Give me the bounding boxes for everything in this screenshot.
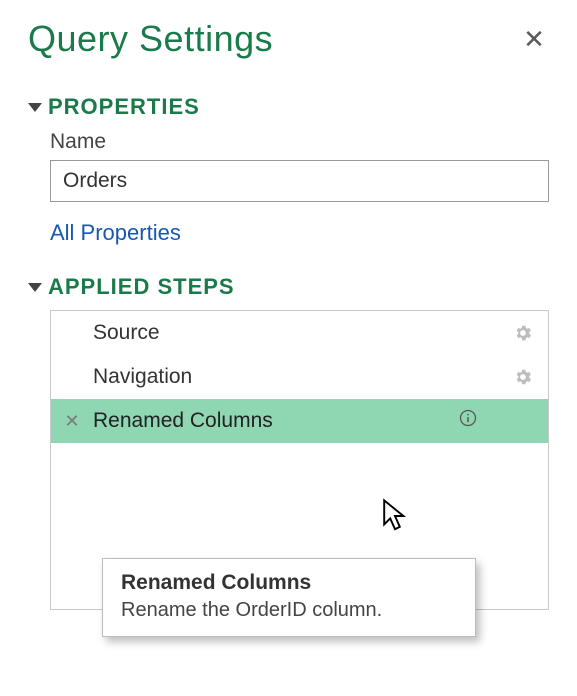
properties-header[interactable]: PROPERTIES (28, 94, 549, 120)
tooltip-body: Rename the OrderID column. (121, 599, 457, 622)
all-properties-link[interactable]: All Properties (50, 220, 181, 246)
close-icon: ✕ (523, 24, 545, 54)
collapse-icon (28, 283, 42, 292)
step-row-renamed-columns[interactable]: ✕ Renamed Columns (51, 399, 548, 443)
properties-section: PROPERTIES Name All Properties (28, 94, 549, 246)
step-row-source[interactable]: Source (51, 311, 548, 355)
gear-icon[interactable] (510, 323, 536, 343)
collapse-icon (28, 103, 42, 112)
step-label: Source (93, 321, 500, 345)
gear-icon[interactable] (510, 367, 536, 387)
step-label: Renamed Columns (93, 409, 500, 433)
name-field-label: Name (50, 130, 549, 154)
applied-steps-section-title: APPLIED STEPS (48, 274, 235, 300)
properties-section-title: PROPERTIES (48, 94, 200, 120)
info-icon[interactable] (458, 408, 478, 434)
panel-header: Query Settings ✕ (28, 18, 549, 60)
close-button[interactable]: ✕ (519, 26, 549, 52)
query-settings-panel: Query Settings ✕ PROPERTIES Name All Pro… (0, 0, 577, 610)
step-tooltip: Renamed Columns Rename the OrderID colum… (102, 558, 476, 637)
step-row-navigation[interactable]: Navigation (51, 355, 548, 399)
panel-title: Query Settings (28, 18, 273, 60)
delete-step-icon[interactable]: ✕ (61, 411, 83, 432)
name-input[interactable] (50, 160, 549, 202)
applied-steps-header[interactable]: APPLIED STEPS (28, 274, 549, 300)
tooltip-title: Renamed Columns (121, 571, 457, 595)
step-label: Navigation (93, 365, 500, 389)
